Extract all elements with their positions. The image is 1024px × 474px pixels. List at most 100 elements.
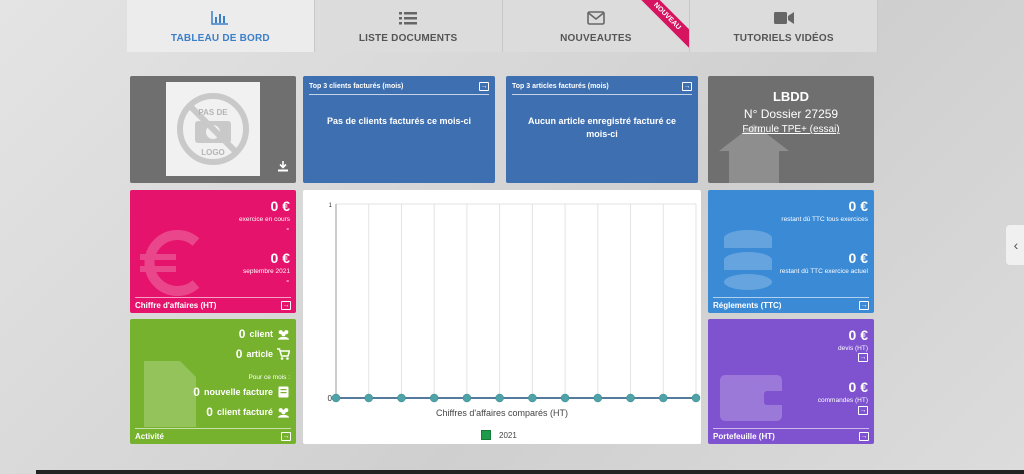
company-name: LBDD — [772, 89, 810, 104]
clients-count-row: 0 client — [239, 327, 290, 341]
envelope-icon — [587, 9, 605, 27]
payments-footer: Réglements (TTC) → — [713, 297, 869, 310]
chevron-left-icon: ‹ — [1013, 237, 1019, 253]
tab-label: LISTE DOCUMENTS — [358, 32, 458, 44]
no-logo-image: PAS DE LOGO — [166, 82, 260, 176]
new-ribbon: NOUVEAU — [635, 0, 690, 48]
activity-footer: Activité → — [135, 428, 291, 441]
articles-count: 0 — [235, 347, 243, 361]
house-icon — [719, 124, 789, 183]
document-icon — [144, 361, 196, 427]
payments-all-value: 0 € — [848, 198, 868, 214]
revenue-current-label: exercice en cours — [239, 216, 290, 223]
payments-tile[interactable]: 0 € restant dû TTC tous exercices 0 € re… — [708, 190, 874, 313]
top-articles-tile[interactable]: Top 3 articles facturés (mois) → Aucun a… — [506, 76, 698, 183]
users-icon — [277, 328, 290, 340]
sidebar-toggle[interactable]: ‹ — [1006, 225, 1024, 265]
open-quotes-icon[interactable]: → — [858, 353, 868, 362]
data-point — [462, 393, 472, 403]
users-icon — [277, 406, 290, 418]
revenue-footer: Chiffre d'affaires (HT) → — [135, 297, 291, 310]
top-articles-header: Top 3 articles facturés (mois) → — [512, 82, 692, 95]
data-point — [364, 393, 373, 403]
data-point — [528, 393, 537, 403]
portfolio-footer: Portefeuille (HT) → — [713, 428, 869, 441]
portfolio-tile[interactable]: 0 € devis (HT) → 0 € commandes (HT) → Po… — [708, 319, 874, 444]
data-point — [495, 393, 504, 403]
invoices-label: nouvelle facture — [203, 387, 273, 397]
chart-legend[interactable]: 2021 — [481, 430, 517, 440]
articles-count-row: 0 article — [236, 347, 290, 361]
activity-tile[interactable]: 0 client 0 article Pour ce mois : 0 nouv… — [130, 319, 296, 444]
list-icon — [399, 9, 418, 27]
tab-label: TUTORIELS VIDÉOS — [733, 32, 834, 44]
billed-label: client facturé — [216, 407, 273, 417]
open-icon[interactable]: → — [682, 82, 692, 91]
quotes-label: devis (HT) — [838, 345, 868, 352]
logo-tile[interactable]: PAS DE LOGO — [130, 76, 296, 183]
open-icon[interactable]: → — [281, 432, 291, 441]
no-logo-text-bottom: LOGO — [201, 148, 225, 157]
invoice-icon — [277, 386, 290, 398]
data-point — [560, 393, 570, 403]
data-point — [593, 393, 603, 403]
revenue-chart: 01 Chiffres d'affaires comparés (HT) 202… — [303, 190, 701, 444]
payments-footer-label: Réglements (TTC) — [713, 301, 782, 310]
cart-icon — [277, 348, 290, 360]
quotes-value: 0 € — [848, 327, 868, 343]
period-label: Pour ce mois : — [248, 374, 290, 381]
company-tile: LBDD N° Dossier 27259 Formule TPE+ (essa… — [708, 76, 874, 183]
open-icon[interactable]: → — [479, 82, 489, 91]
revenue-current-value: 0 € — [270, 198, 290, 214]
coins-icon — [724, 230, 772, 290]
wallet-icon — [720, 375, 786, 421]
data-point — [429, 393, 439, 403]
data-point — [397, 393, 406, 403]
data-point — [626, 393, 635, 403]
articles-label: article — [246, 349, 273, 359]
open-icon[interactable]: → — [281, 301, 291, 310]
main-tabs: TABLEAU DE BORD LISTE DOCUMENTS NOUVEAUT… — [127, 0, 878, 52]
download-icon[interactable] — [278, 159, 288, 177]
top-clients-title: Top 3 clients facturés (mois) — [309, 83, 404, 90]
revenue-current-dash: - — [286, 224, 289, 233]
revenue-month-dash: - — [286, 276, 289, 285]
data-point — [659, 393, 668, 403]
bar-chart-icon — [211, 9, 229, 27]
top-clients-header: Top 3 clients facturés (mois) → — [309, 82, 489, 95]
data-point — [691, 393, 701, 403]
open-orders-icon[interactable]: → — [858, 406, 868, 415]
payments-current-value: 0 € — [848, 250, 868, 266]
orders-value: 0 € — [848, 379, 868, 395]
top-articles-message: Aucun article enregistré facturé ce mois… — [527, 116, 677, 139]
tab-liste-documents[interactable]: LISTE DOCUMENTS — [314, 0, 503, 52]
no-logo-text-top: PAS DE — [198, 108, 228, 117]
tab-label: NOUVEAUTES — [560, 32, 632, 44]
invoices-count-row: 0 nouvelle facture — [193, 385, 290, 399]
chart-title: Chiffres d'affaires comparés (HT) — [436, 408, 568, 418]
tab-tableau-de-bord[interactable]: TABLEAU DE BORD — [127, 0, 315, 52]
payments-current-label: restant dû TTC exercice actuel — [779, 268, 868, 275]
top-clients-tile[interactable]: Top 3 clients facturés (mois) → Pas de c… — [303, 76, 495, 183]
revenue-footer-label: Chiffre d'affaires (HT) — [135, 301, 217, 310]
portfolio-footer-label: Portefeuille (HT) — [713, 432, 775, 441]
clients-count: 0 — [238, 327, 246, 341]
invoices-count: 0 — [193, 385, 200, 399]
top-articles-title: Top 3 articles facturés (mois) — [512, 83, 609, 90]
activity-footer-label: Activité — [135, 432, 164, 441]
billed-count: 0 — [206, 405, 213, 419]
data-point — [331, 393, 341, 403]
euro-icon — [140, 230, 200, 296]
tab-nouveautes[interactable]: NOUVEAUTES NOUVEAU — [502, 0, 691, 52]
legend-label: 2021 — [499, 430, 517, 440]
revenue-tile[interactable]: 0 € exercice en cours - 0 € septembre 20… — [130, 190, 296, 313]
tab-label: TABLEAU DE BORD — [170, 32, 270, 44]
orders-label: commandes (HT) — [817, 397, 868, 404]
open-icon[interactable]: → — [859, 301, 869, 310]
bottom-bar — [36, 470, 1024, 474]
revenue-month-value: 0 € — [270, 250, 290, 266]
open-icon[interactable]: → — [859, 432, 869, 441]
tab-tutoriels-videos[interactable]: TUTORIELS VIDÉOS — [690, 0, 878, 52]
revenue-month-label: septembre 2021 — [243, 268, 290, 275]
clients-label: client — [249, 329, 273, 339]
